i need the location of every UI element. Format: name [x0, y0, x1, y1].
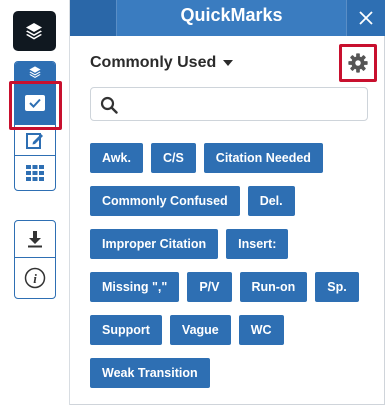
- grid-icon: [26, 165, 44, 181]
- caret-down-icon: [223, 60, 234, 66]
- quickmark-chip[interactable]: Insert:: [226, 229, 289, 259]
- quickmark-chip[interactable]: Missing ",": [90, 272, 180, 302]
- download-icon: [28, 231, 42, 248]
- quickmark-chip[interactable]: WC: [238, 315, 284, 345]
- chip-row: Missing "," P/V Run-on Sp.: [90, 272, 375, 302]
- layers-menu-button[interactable]: [13, 11, 56, 51]
- layers-icon: [26, 23, 42, 40]
- close-button[interactable]: [347, 0, 385, 36]
- chip-row: Commonly Confused Del.: [90, 186, 375, 216]
- quickmark-chip[interactable]: Commonly Confused: [90, 186, 240, 216]
- quickmark-chip[interactable]: P/V: [187, 272, 232, 302]
- quickmark-chip[interactable]: Support: [90, 315, 162, 345]
- quickmarks-panel: Commonly Used Awk. C/S Citation Needed C…: [70, 36, 385, 405]
- category-label: Commonly Used: [90, 54, 217, 71]
- gear-icon: [348, 53, 368, 73]
- quickmark-chip[interactable]: Run-on: [239, 272, 308, 302]
- quickmark-chip[interactable]: Vague: [169, 315, 231, 345]
- check-icon: [25, 95, 45, 111]
- quickmark-chip[interactable]: Sp.: [315, 272, 359, 302]
- rail-item-comment[interactable]: [15, 125, 55, 156]
- quickmark-chip[interactable]: Del.: [247, 186, 295, 216]
- rail-item-rubric[interactable]: [15, 156, 55, 190]
- search-field[interactable]: [90, 87, 368, 121]
- search-input[interactable]: [125, 88, 363, 120]
- close-icon: [359, 11, 373, 25]
- search-icon: [100, 96, 118, 114]
- page-title: QuickMarks: [116, 0, 347, 36]
- rail-group-tools: i: [14, 220, 56, 299]
- quickmark-chip[interactable]: C/S: [150, 143, 196, 173]
- edit-icon: [26, 133, 43, 149]
- quickmarks-tab-marker[interactable]: [15, 62, 55, 82]
- left-rail: i: [0, 0, 70, 405]
- chip-row: Awk. C/S Citation Needed: [90, 143, 375, 173]
- header-bar: QuickMarks: [70, 0, 385, 36]
- rail-item-download[interactable]: [15, 221, 55, 258]
- info-icon: i: [24, 267, 46, 289]
- svg-text:i: i: [33, 271, 37, 286]
- quickmark-chip[interactable]: Awk.: [90, 143, 143, 173]
- settings-button[interactable]: [339, 44, 377, 82]
- quickmark-chip[interactable]: Weak Transition: [90, 358, 210, 388]
- quickmark-chip-list: Awk. C/S Citation Needed Commonly Confused D…: [90, 143, 375, 401]
- rail-group-marks: [14, 61, 56, 191]
- quickmark-chip[interactable]: Citation Needed: [203, 143, 323, 173]
- chip-row: Support Vague WC: [90, 315, 375, 345]
- rail-item-info[interactable]: i: [15, 258, 55, 298]
- category-dropdown[interactable]: Commonly Used: [90, 52, 234, 74]
- chip-row: Improper Citation Insert:: [90, 229, 375, 259]
- layers-icon: [29, 66, 41, 78]
- quickmark-chip[interactable]: Improper Citation: [90, 229, 219, 259]
- chip-row: Weak Transition: [90, 358, 375, 388]
- rail-item-quickmarks[interactable]: [15, 82, 55, 125]
